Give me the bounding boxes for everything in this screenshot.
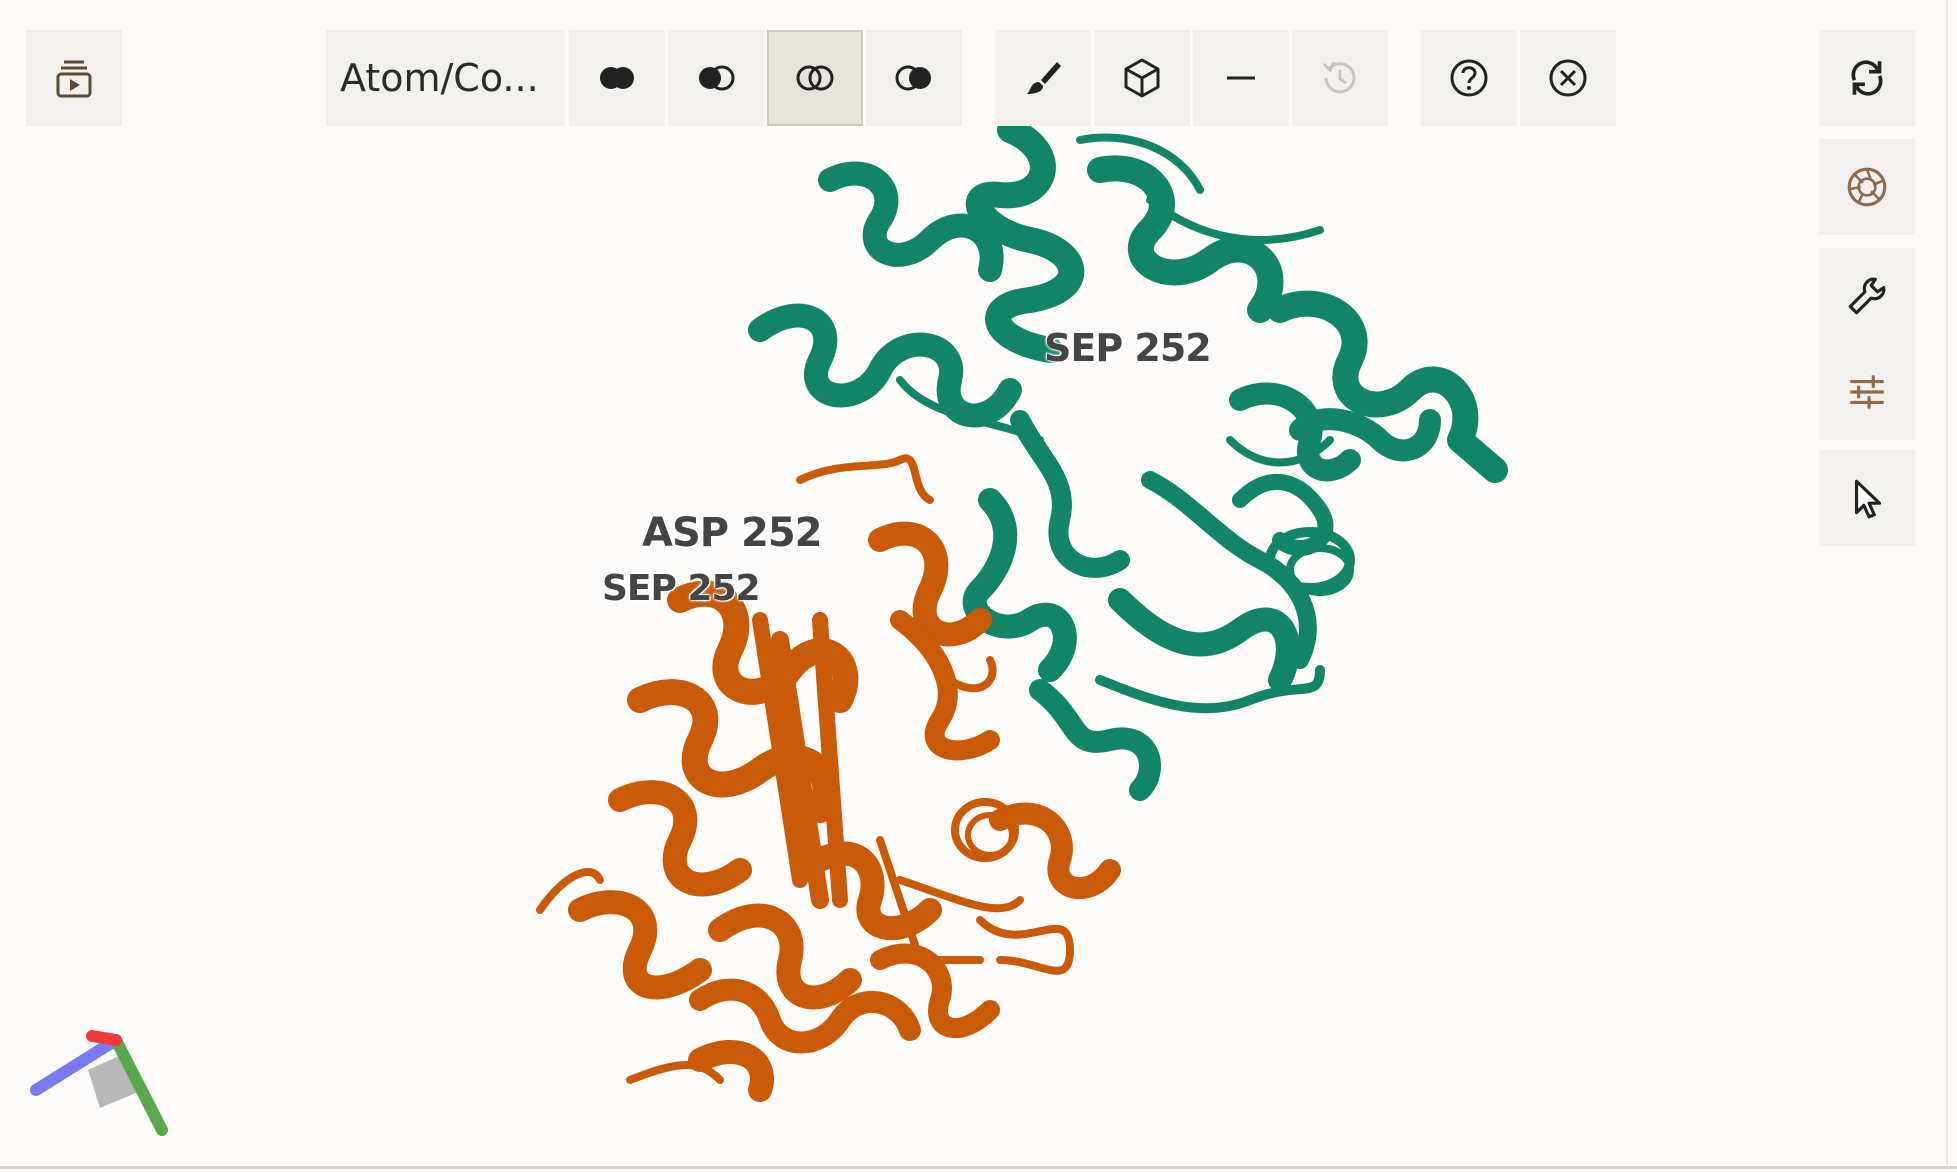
screenshot-icon bbox=[1847, 167, 1887, 207]
cube-icon bbox=[1124, 58, 1160, 98]
residue-label: SEP 252 bbox=[602, 568, 761, 609]
settings-sliders-icon bbox=[1850, 375, 1884, 409]
representation-button[interactable] bbox=[1094, 30, 1190, 126]
molecular-viewport[interactable] bbox=[0, 0, 1957, 1172]
chain-orange[interactable] bbox=[536, 454, 1121, 1102]
union-button[interactable] bbox=[569, 30, 665, 126]
settings-button[interactable] bbox=[1819, 344, 1915, 440]
help-icon bbox=[1450, 59, 1488, 97]
tools-button[interactable] bbox=[1819, 248, 1915, 344]
close-button[interactable] bbox=[1520, 30, 1616, 126]
reset-camera-icon bbox=[1851, 60, 1883, 96]
chain-teal[interactable] bbox=[748, 117, 1508, 801]
clear-button[interactable] bbox=[1193, 30, 1289, 126]
reset-camera-button[interactable] bbox=[1819, 30, 1915, 126]
select-mode-button[interactable] bbox=[1819, 450, 1915, 546]
set-difference-icon bbox=[895, 65, 931, 91]
subtract-button[interactable] bbox=[668, 30, 764, 126]
close-icon bbox=[1549, 59, 1587, 97]
axis-indicator bbox=[30, 1030, 168, 1136]
set-difference-button[interactable] bbox=[866, 30, 962, 126]
intersect-icon bbox=[796, 65, 834, 91]
help-button[interactable] bbox=[1421, 30, 1517, 126]
minus-icon bbox=[1227, 76, 1255, 80]
sequence-play-icon bbox=[56, 60, 92, 98]
residue-label: SEP 252 bbox=[1044, 326, 1212, 370]
history-button[interactable] bbox=[1292, 30, 1388, 126]
brush-icon bbox=[1027, 62, 1061, 94]
subtract-icon bbox=[699, 65, 735, 91]
selection-mode-dropdown[interactable]: Atom/Co... bbox=[326, 30, 565, 126]
history-icon bbox=[1322, 61, 1356, 94]
color-button[interactable] bbox=[995, 30, 1091, 126]
residue-label: ASP 252 bbox=[642, 510, 823, 556]
cursor-icon bbox=[1854, 479, 1882, 519]
viewport-bottom-border bbox=[0, 1166, 1957, 1169]
viewport-right-border bbox=[1946, 0, 1948, 1168]
wrench-icon bbox=[1848, 277, 1886, 315]
screenshot-button[interactable] bbox=[1819, 139, 1915, 235]
union-icon bbox=[600, 67, 634, 89]
intersect-button[interactable] bbox=[767, 30, 863, 126]
sequence-panel-button[interactable] bbox=[26, 30, 122, 126]
